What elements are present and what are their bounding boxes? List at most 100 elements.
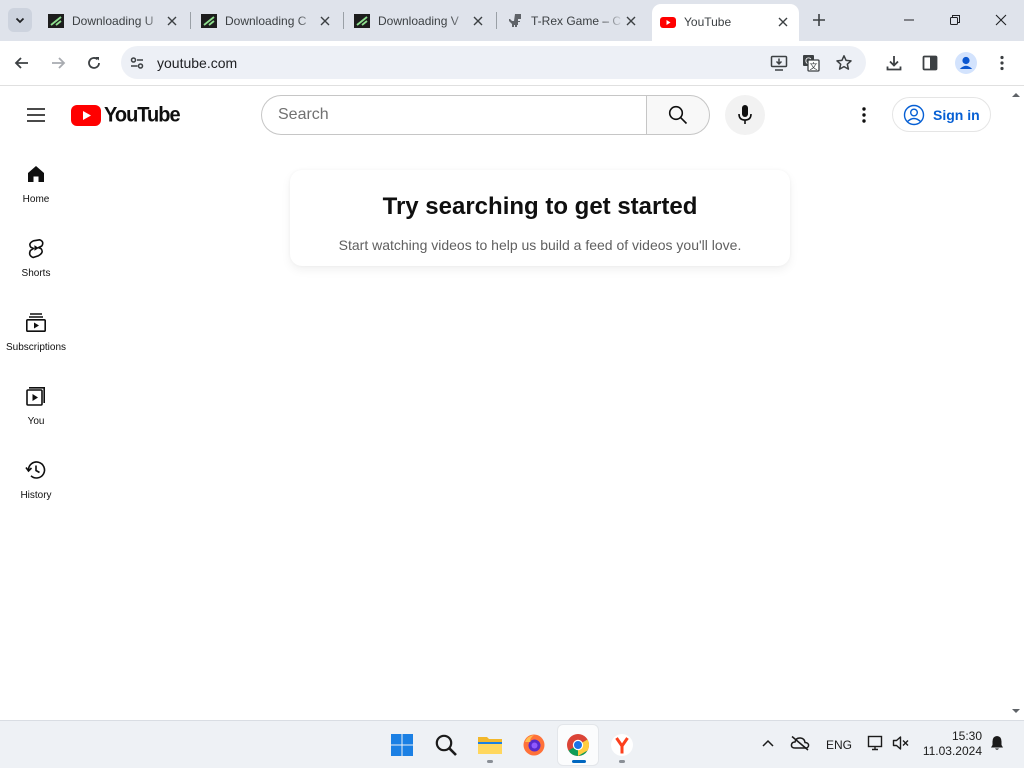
taskbar-yandex-browser[interactable]	[602, 725, 642, 765]
arrow-right-icon	[52, 57, 66, 69]
downloads-button[interactable]	[880, 49, 908, 77]
reload-button[interactable]	[80, 49, 108, 77]
youtube-logo-text: YouTube	[104, 103, 181, 127]
start-button[interactable]	[382, 725, 422, 765]
tab-title: Downloading V	[378, 13, 459, 28]
tab-separator	[190, 12, 191, 29]
network-tray-button[interactable]	[866, 733, 886, 753]
restore-icon	[950, 15, 960, 25]
tab-title: YouTube	[684, 14, 732, 29]
taskbar-file-explorer[interactable]	[470, 725, 510, 765]
subscriptions-icon	[25, 313, 46, 332]
volume-muted-icon	[892, 736, 909, 750]
arrow-left-icon	[14, 57, 28, 69]
url-text: youtube.com	[157, 55, 238, 71]
show-hidden-icons-button[interactable]	[760, 733, 776, 753]
running-indicator	[487, 760, 493, 763]
hamburger-menu-icon	[27, 108, 45, 122]
download-page-icon	[201, 13, 217, 28]
close-icon[interactable]	[317, 13, 333, 29]
guide-menu-button[interactable]	[20, 99, 52, 131]
guide-item-label: Shorts	[21, 268, 51, 279]
tab-downloading-3[interactable]: Downloading V	[346, 6, 494, 35]
close-icon[interactable]	[623, 13, 639, 29]
volume-tray-button[interactable]	[891, 733, 911, 753]
search-button[interactable]	[646, 95, 710, 135]
input-language-indicator[interactable]: ENG	[826, 738, 852, 752]
translate-icon[interactable]: G文	[802, 54, 820, 72]
microphone-icon	[738, 105, 752, 124]
notifications-button[interactable]	[988, 733, 1006, 753]
guide-item-subscriptions[interactable]: Subscriptions	[0, 291, 72, 365]
side-panel-button[interactable]	[916, 49, 944, 77]
address-bar[interactable]: youtube.com G文	[121, 46, 866, 79]
close-icon[interactable]	[164, 13, 180, 29]
tab-separator	[496, 12, 497, 29]
voice-search-button[interactable]	[725, 95, 765, 135]
chrome-icon	[567, 734, 589, 756]
close-window-button[interactable]	[978, 0, 1024, 40]
network-monitor-icon	[867, 735, 883, 751]
taskbar-search-button[interactable]	[426, 725, 466, 765]
history-icon	[25, 461, 46, 479]
scroll-down-arrow-icon[interactable]	[1011, 706, 1021, 716]
back-button[interactable]	[8, 49, 36, 77]
yandex-browser-icon	[611, 734, 633, 756]
download-page-icon	[354, 13, 370, 28]
minimize-icon	[904, 19, 914, 21]
taskbar-chrome[interactable]	[558, 725, 598, 765]
guide-item-history[interactable]: History	[0, 439, 72, 513]
close-icon[interactable]	[470, 13, 486, 29]
forward-button[interactable]	[44, 49, 72, 77]
guide-item-home[interactable]: Home	[0, 143, 72, 217]
site-settings-icon[interactable]	[129, 55, 145, 71]
browser-tab-strip: Downloading U Downloading C Downloading …	[0, 0, 1024, 41]
new-tab-button[interactable]	[808, 9, 830, 31]
taskbar-firefox[interactable]	[514, 725, 554, 765]
reload-icon	[88, 57, 100, 69]
tab-search-button[interactable]	[8, 8, 32, 32]
tab-title: T-Rex Game – C	[531, 13, 622, 28]
onedrive-tray-button[interactable]	[789, 733, 811, 753]
sign-in-button[interactable]: Sign in	[892, 97, 991, 132]
notification-bell-icon	[991, 736, 1003, 750]
guide-item-label: You	[27, 416, 45, 427]
search-icon	[668, 105, 688, 125]
guide-item-label: History	[20, 490, 52, 501]
install-app-icon[interactable]	[770, 54, 788, 72]
tab-title: Downloading C	[225, 13, 307, 28]
start-icon	[391, 734, 413, 756]
youtube-play-logo-icon	[71, 105, 101, 126]
download-icon	[886, 56, 902, 71]
scroll-up-arrow-icon[interactable]	[1011, 90, 1021, 100]
you-icon	[26, 387, 45, 406]
page-scrollbar[interactable]	[1010, 87, 1024, 720]
svg-text:文: 文	[810, 61, 818, 71]
guide-item-shorts[interactable]: Shorts	[0, 217, 72, 291]
settings-more-button[interactable]	[852, 101, 876, 129]
chevron-up-icon	[762, 739, 774, 747]
dino-icon	[509, 13, 521, 27]
prompt-title: Try searching to get started	[382, 193, 698, 220]
tab-downloading-1[interactable]: Downloading U	[40, 6, 188, 35]
clock-date: 11.03.2024	[922, 744, 982, 758]
taskbar-clock[interactable]: 15:30 11.03.2024	[923, 729, 982, 759]
tab-trex-game[interactable]: T-Rex Game – C	[499, 6, 647, 35]
bookmark-star-icon[interactable]	[835, 54, 853, 72]
kebab-menu-icon	[1000, 55, 1004, 71]
profile-button[interactable]	[952, 49, 980, 77]
profile-avatar-icon	[955, 52, 977, 74]
home-icon	[28, 166, 44, 182]
browser-menu-button[interactable]	[988, 49, 1016, 77]
restore-button[interactable]	[932, 0, 978, 40]
chevron-down-icon	[15, 17, 25, 24]
search-input[interactable]	[261, 95, 647, 135]
minimize-button[interactable]	[886, 0, 932, 40]
youtube-logo[interactable]: YouTube	[71, 103, 181, 127]
tab-youtube[interactable]: YouTube	[652, 4, 799, 41]
plus-icon	[813, 14, 825, 26]
close-icon[interactable]	[775, 14, 791, 30]
guide-item-you[interactable]: You	[0, 365, 72, 439]
browser-toolbar: youtube.com G文	[0, 41, 1024, 86]
tab-downloading-2[interactable]: Downloading C	[193, 6, 341, 35]
